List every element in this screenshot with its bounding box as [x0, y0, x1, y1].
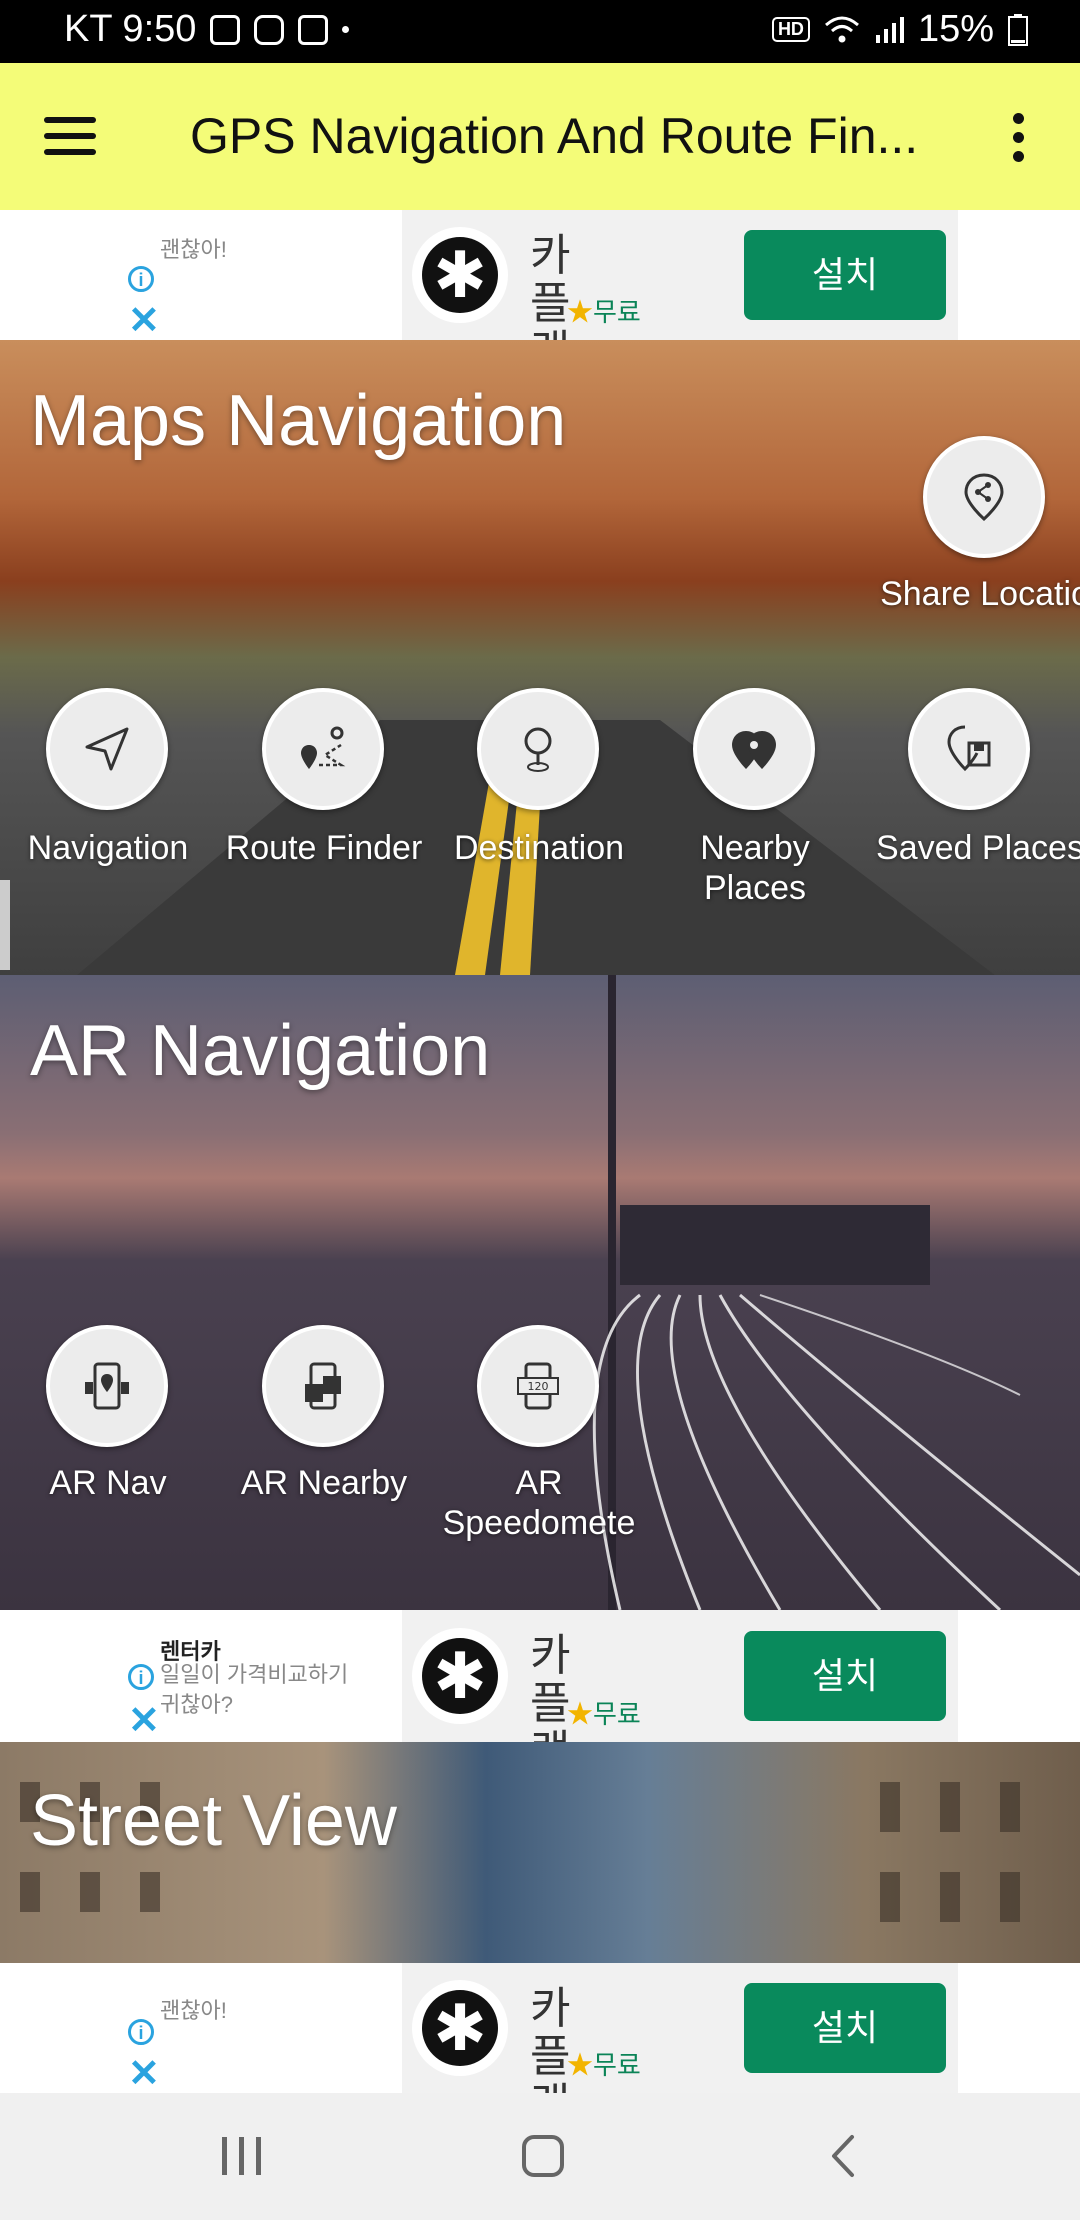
- ad-info-icon[interactable]: i: [128, 1664, 154, 1690]
- navigation-label: Navigation: [27, 829, 189, 867]
- ad-banner-1[interactable]: 괜찮아! i ✕ ✱ 카플랫 ★무료 설치: [0, 210, 1080, 376]
- svg-text:120: 120: [528, 1380, 549, 1393]
- destination-label: Destination: [453, 829, 625, 867]
- ad-close-icon[interactable]: ✕: [128, 1698, 160, 1743]
- ar-speedometer-button[interactable]: 120: [477, 1325, 599, 1447]
- ar-navigation-title: AR Navigation: [30, 1011, 491, 1091]
- more-options-icon[interactable]: [1008, 113, 1032, 163]
- street-view-title: Street View: [30, 1781, 397, 1861]
- app-logo-icon: ✱: [412, 227, 508, 323]
- ad-close-icon[interactable]: ✕: [128, 298, 160, 343]
- app-toolbar: GPS Navigation And Route Fin...: [0, 63, 1080, 210]
- ad-tiny-text: 괜찮아!: [160, 1998, 227, 2023]
- ad-price: ★무료: [567, 2050, 641, 2080]
- dot-icon: [342, 26, 350, 33]
- ad-price: ★무료: [567, 1699, 641, 1729]
- route-finder-label: Route Finder: [225, 829, 423, 867]
- ad-info-icon[interactable]: i: [128, 2019, 154, 2045]
- ad-info-icon[interactable]: i: [128, 266, 154, 292]
- ad-banner-2[interactable]: 렌터카 일일이 가격비교하기 귀찮아? i ✕ ✱ 카플랫 ★무료 설치: [0, 1610, 1080, 1776]
- share-location-icon: [964, 473, 1004, 522]
- saved-places-label: Saved Places: [876, 829, 1080, 867]
- nearby-places-button[interactable]: [693, 688, 815, 810]
- install-button[interactable]: 설치: [744, 1983, 946, 2073]
- install-button[interactable]: 설치: [744, 230, 946, 320]
- ar-nearby-button[interactable]: [262, 1325, 384, 1447]
- ad-panel[interactable]: ✱ 카플랫 ★무료 설치: [402, 1963, 958, 2129]
- ar-phone-pin-icon: [85, 1362, 129, 1410]
- ar-nearby-label: AR Nearby: [240, 1464, 408, 1502]
- route-finder-button[interactable]: [262, 688, 384, 810]
- message-icon: [298, 14, 329, 45]
- battery-percent: 15%: [917, 8, 994, 50]
- page-title: GPS Navigation And Route Fin...: [190, 108, 919, 164]
- instagram-icon: [254, 14, 285, 45]
- ar-cube-icon: [305, 1362, 341, 1410]
- home-icon[interactable]: [520, 2133, 566, 2179]
- ar-speedometer-label: AR Speedomete: [442, 1464, 636, 1542]
- ad-price: ★무료: [567, 297, 641, 327]
- ad-close-icon[interactable]: ✕: [128, 2051, 160, 2096]
- street-view-section: Street View: [0, 1742, 1080, 1963]
- status-bar: KT 9:50 HD 15%: [0, 0, 1080, 63]
- recent-apps-icon[interactable]: [220, 2135, 264, 2177]
- share-location-button[interactable]: [923, 436, 1045, 558]
- app-logo-icon: ✱: [412, 1980, 508, 2076]
- nearby-places-icon: [732, 731, 776, 769]
- saved-places-button[interactable]: [908, 688, 1030, 810]
- system-navigation-bar: [0, 2093, 1080, 2220]
- ad-panel[interactable]: ✱ 카플랫 ★무료 설치: [402, 1610, 958, 1776]
- maps-navigation-section: Maps Navigation Share Locatio Navigation…: [0, 340, 1080, 975]
- status-right: HD 15%: [771, 8, 1028, 51]
- signal-icon: [875, 16, 904, 43]
- wifi-icon: [824, 16, 859, 42]
- saved-places-icon: [947, 725, 991, 772]
- hamburger-menu-icon[interactable]: [44, 117, 100, 157]
- ar-speedometer-icon: 120: [517, 1362, 559, 1410]
- ad-tiny-text: 괜찮아!: [160, 237, 227, 262]
- nearby-places-label: Nearby Places: [700, 829, 810, 907]
- back-icon[interactable]: [828, 2133, 858, 2179]
- battery-icon: [1008, 13, 1028, 46]
- route-finder-icon: [301, 726, 346, 769]
- navigation-button[interactable]: [46, 688, 168, 810]
- maps-navigation-title: Maps Navigation: [30, 381, 567, 461]
- ad-tiny-text: 일일이 가격비교하기 귀찮아?: [160, 1662, 349, 1717]
- ar-nav-button[interactable]: [46, 1325, 168, 1447]
- star-icon: ★: [567, 297, 594, 327]
- star-icon: ★: [567, 2050, 594, 2080]
- ad-banner-3[interactable]: 괜찮아! i ✕ ✱ 카플랫 ★무료 설치: [0, 1963, 1080, 2129]
- app-logo-icon: ✱: [412, 1628, 508, 1724]
- hd-icon: HD: [771, 17, 810, 42]
- destination-pin-icon: [524, 727, 552, 772]
- ad-panel[interactable]: ✱ 카플랫 ★무료 설치: [402, 210, 958, 376]
- status-left: KT 9:50: [64, 8, 350, 51]
- image-icon: [210, 14, 241, 45]
- carrier-time: KT 9:50: [64, 8, 197, 50]
- star-icon: ★: [567, 1699, 594, 1729]
- destination-button[interactable]: [477, 688, 599, 810]
- share-location-label: Share Locatio: [880, 575, 1080, 613]
- ar-nav-label: AR Nav: [49, 1464, 167, 1502]
- install-button[interactable]: 설치: [744, 1631, 946, 1721]
- navigation-arrow-icon: [85, 727, 129, 771]
- ar-navigation-section: AR Navigation AR Nav AR Nearby 120 AR Sp…: [0, 975, 1080, 1610]
